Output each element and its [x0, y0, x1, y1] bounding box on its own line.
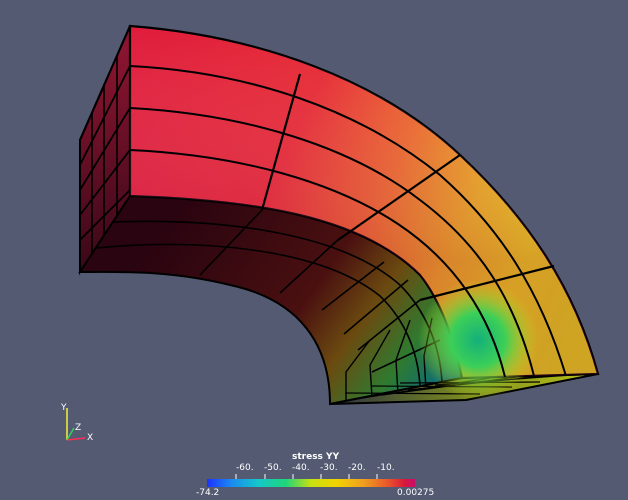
color-legend-title: stress YY	[292, 452, 340, 462]
color-legend	[207, 474, 415, 487]
legend-tick-label: -40.	[292, 463, 310, 473]
y-axis-label: Y	[60, 403, 67, 413]
legend-tick-label: -20.	[348, 463, 366, 473]
orientation-axes: Y Z X	[60, 403, 93, 443]
legend-tick-label: -10.	[377, 463, 395, 473]
z-axis-line	[66, 427, 75, 441]
legend-max-label: 0.00275	[397, 488, 435, 498]
legend-tick-label: -60.	[236, 463, 254, 473]
x-axis-label: X	[87, 433, 93, 443]
legend-min-label: -74.2	[196, 488, 220, 498]
legend-tick-label: -30.	[320, 463, 338, 473]
x-axis-line	[66, 437, 86, 441]
z-axis-label: Z	[75, 423, 81, 433]
3d-render-viewport[interactable]: Y Z X	[0, 0, 628, 500]
color-legend-bar	[207, 479, 415, 487]
legend-tick-label: -50.	[264, 463, 282, 473]
